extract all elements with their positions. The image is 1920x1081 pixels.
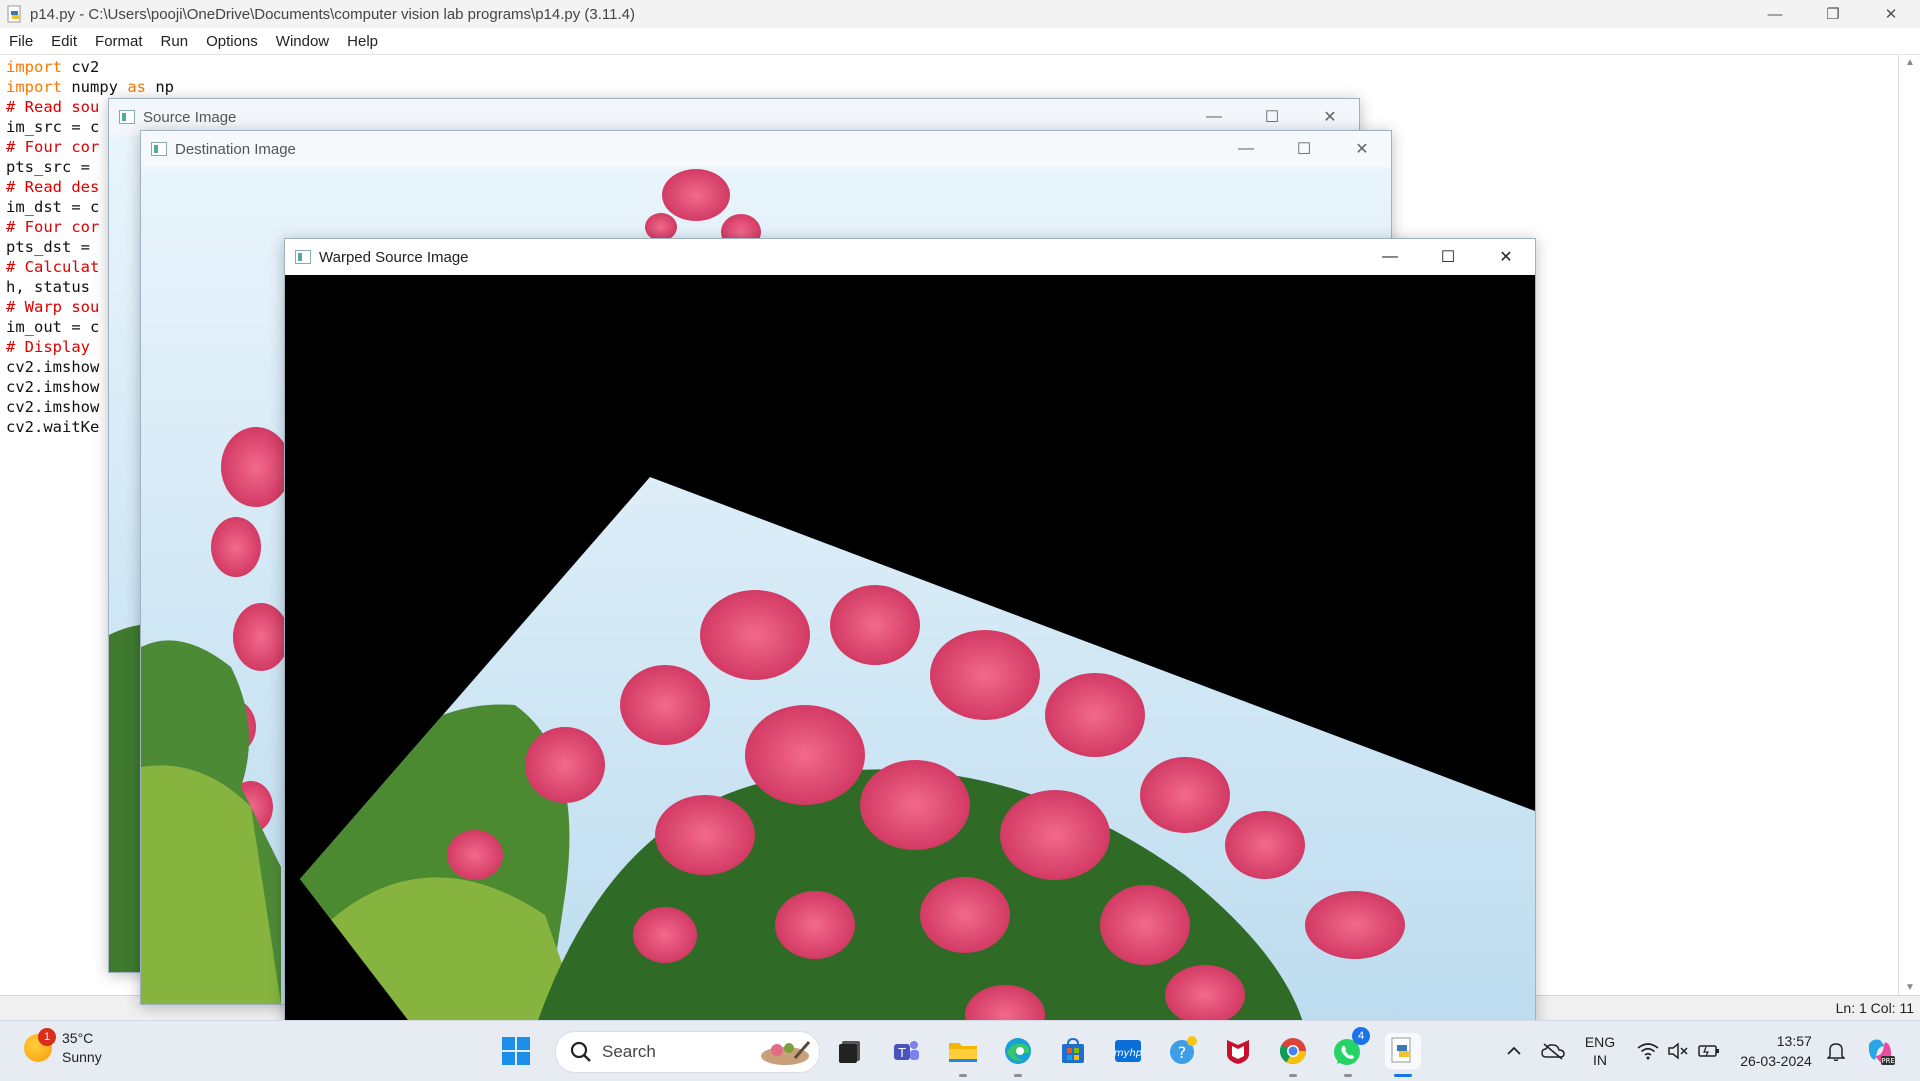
maximize-button[interactable]: ☐ <box>1419 239 1477 275</box>
volume-muted-icon[interactable] <box>1664 1021 1692 1081</box>
restore-button[interactable]: ❐ <box>1804 0 1862 28</box>
editor-titlebar: p14.py - C:\Users\pooji\OneDrive\Documen… <box>0 0 1920 28</box>
search-highlight-icon <box>761 1041 811 1065</box>
copilot-icon[interactable]: ? <box>1165 1033 1201 1069</box>
menu-help[interactable]: Help <box>338 33 387 50</box>
window-title: Destination Image <box>175 140 296 158</box>
notification-badge: 1 <box>38 1028 56 1046</box>
menu-file[interactable]: File <box>0 33 42 50</box>
svg-text:T: T <box>897 1046 906 1060</box>
close-button[interactable]: ✕ <box>1862 0 1920 28</box>
task-view-icon[interactable] <box>832 1033 868 1069</box>
svg-text:myhp: myhp <box>1114 1048 1142 1059</box>
close-button[interactable]: ✕ <box>1477 239 1535 275</box>
microsoft-store-icon[interactable] <box>1055 1033 1091 1069</box>
taskbar: 1 35°C Sunny Search T myhp ? 4 ENG IN 13… <box>0 1020 1920 1081</box>
menubar: File Edit Format Run Options Window Help <box>0 28 1920 55</box>
warped-source-image-window[interactable]: Warped Source Image — ☐ ✕ <box>284 238 1536 1030</box>
windows-start-icon[interactable] <box>498 1033 534 1069</box>
onedrive-offline-icon[interactable] <box>1538 1021 1568 1081</box>
window-title: p14.py - C:\Users\pooji\OneDrive\Documen… <box>30 5 635 23</box>
search-icon <box>570 1041 591 1062</box>
window-titlebar: Destination Image — ☐ ✕ <box>141 131 1391 167</box>
chrome-icon[interactable] <box>1275 1033 1311 1077</box>
menu-edit[interactable]: Edit <box>42 33 86 50</box>
window-app-icon <box>151 142 167 156</box>
cursor-position: Ln: 1 Col: 11 <box>1835 1000 1914 1016</box>
window-app-icon <box>119 110 135 124</box>
menu-run[interactable]: Run <box>152 33 198 50</box>
sun-icon: 1 <box>24 1028 56 1062</box>
minimize-button[interactable]: — <box>1361 239 1419 275</box>
search-placeholder: Search <box>602 1042 656 1061</box>
file-explorer-icon[interactable] <box>945 1033 981 1077</box>
vertical-scrollbar[interactable]: ▲ ▼ <box>1900 55 1920 995</box>
mcafee-icon[interactable] <box>1220 1033 1256 1069</box>
minimize-button[interactable]: — <box>1217 131 1275 167</box>
whatsapp-badge: 4 <box>1352 1027 1370 1045</box>
clock-time: 13:57 <box>1776 1033 1812 1049</box>
myhp-icon[interactable]: myhp <box>1110 1033 1146 1069</box>
python-idle-icon[interactable] <box>1385 1033 1421 1077</box>
teams-icon[interactable]: T <box>888 1033 924 1069</box>
scroll-up-icon[interactable]: ▲ <box>1905 57 1915 68</box>
whatsapp-icon[interactable]: 4 <box>1330 1027 1370 1077</box>
chevron-up-icon[interactable] <box>1500 1021 1528 1081</box>
window-title: Source Image <box>143 108 237 126</box>
warped-image <box>285 275 1535 1029</box>
code-line: import numpy as np <box>6 78 174 96</box>
scroll-down-icon[interactable]: ▼ <box>1905 982 1915 993</box>
clock[interactable]: 13:57 26-03-2024 <box>1736 1021 1816 1081</box>
battery-icon[interactable] <box>1694 1021 1724 1081</box>
svg-text:PRE: PRE <box>1881 1057 1895 1065</box>
language-code: ENG <box>1584 1034 1616 1050</box>
copilot-pre-icon[interactable]: PRE <box>1862 1021 1898 1081</box>
close-button[interactable]: ✕ <box>1333 131 1391 167</box>
menu-options[interactable]: Options <box>197 33 267 50</box>
menu-format[interactable]: Format <box>86 33 152 50</box>
taskbar-search[interactable]: Search <box>555 1031 820 1073</box>
svg-text:?: ? <box>1178 1043 1187 1062</box>
wifi-icon[interactable] <box>1634 1021 1662 1081</box>
maximize-button[interactable]: ☐ <box>1275 131 1333 167</box>
code-line: import cv2 <box>6 58 100 76</box>
python-file-icon <box>7 5 21 23</box>
language-indicator[interactable]: ENG IN <box>1578 1021 1622 1081</box>
weather-widget[interactable]: 1 35°C Sunny <box>24 1028 102 1067</box>
menu-window[interactable]: Window <box>267 33 338 50</box>
edge-icon[interactable] <box>1000 1033 1036 1077</box>
window-title: Warped Source Image <box>319 248 469 266</box>
language-region: IN <box>1593 1052 1607 1068</box>
window-app-icon <box>295 250 311 264</box>
clock-date: 26-03-2024 <box>1740 1053 1812 1069</box>
window-titlebar: Warped Source Image — ☐ ✕ <box>285 239 1535 275</box>
notification-bell-icon[interactable] <box>1822 1021 1850 1081</box>
minimize-button[interactable]: — <box>1746 0 1804 28</box>
weather-condition: Sunny <box>62 1049 102 1065</box>
weather-temperature: 35°C <box>62 1030 94 1046</box>
